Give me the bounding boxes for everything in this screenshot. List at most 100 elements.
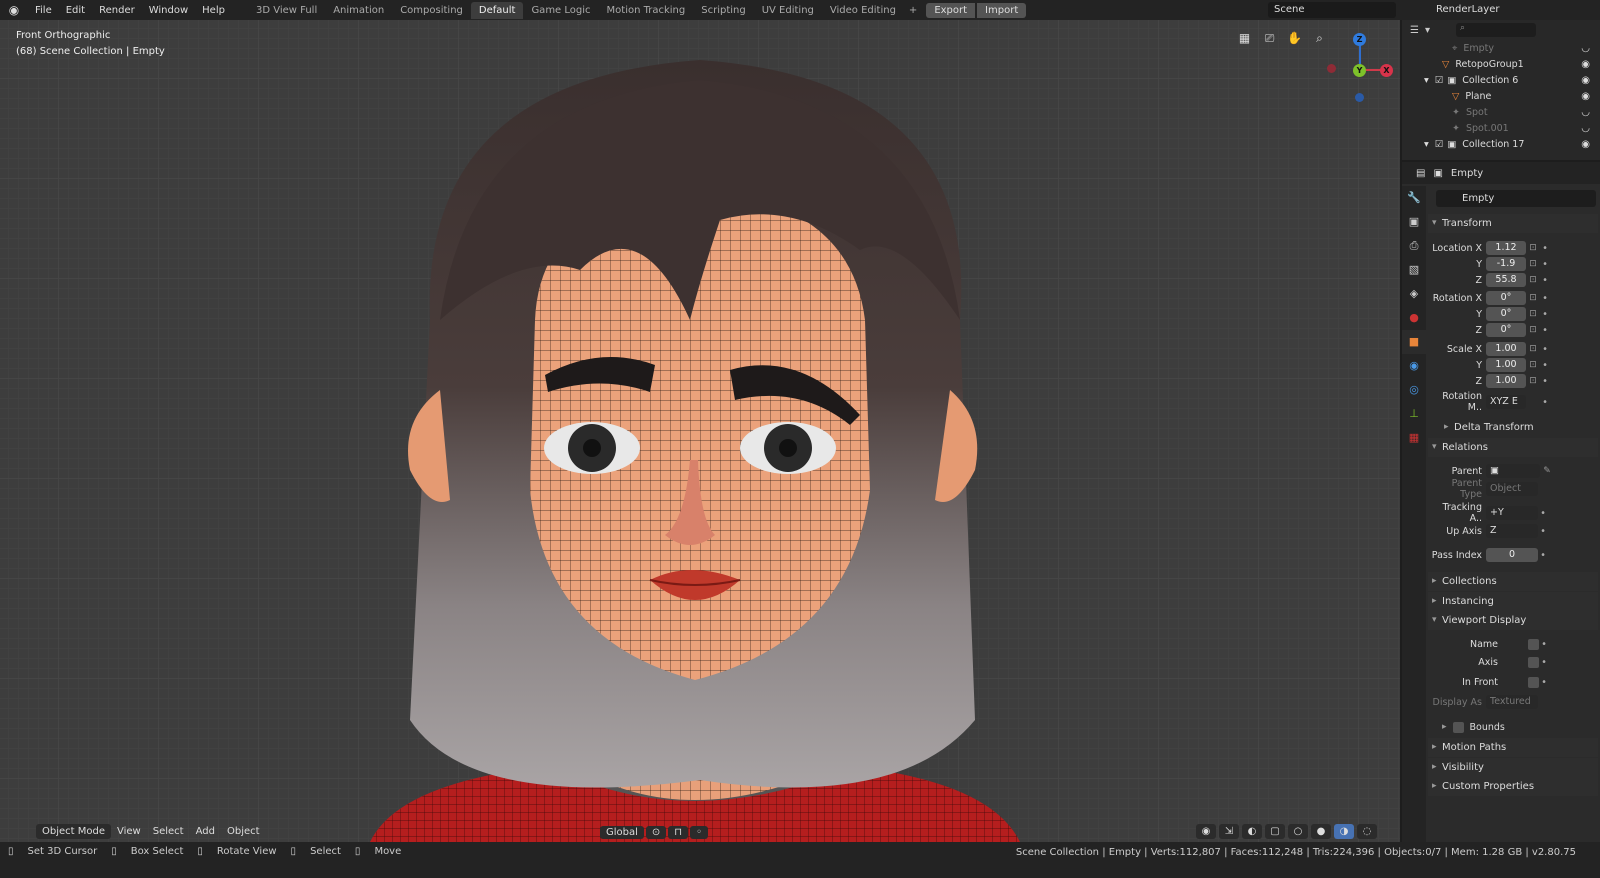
keyframe-dot[interactable]: • [1540, 243, 1550, 254]
tab-uv-editing[interactable]: UV Editing [754, 2, 822, 19]
add-menu[interactable]: Add [190, 826, 221, 837]
add-workspace-icon[interactable]: + [904, 5, 922, 16]
gizmo-z-axis[interactable]: Z [1353, 33, 1366, 46]
import-button[interactable]: Import [977, 2, 1027, 18]
xray-icon[interactable]: ▢ [1265, 824, 1285, 839]
outliner-row[interactable]: ✦ Spot.001 ◡ [1402, 120, 1600, 136]
material-shading-icon[interactable]: ◑ [1334, 824, 1354, 839]
object-menu[interactable]: Object [221, 826, 266, 837]
menu-render[interactable]: Render [92, 5, 142, 16]
menu-edit[interactable]: Edit [59, 5, 92, 16]
orientation-dropdown[interactable]: Global [600, 826, 644, 839]
keyframe-dot[interactable]: • [1540, 275, 1550, 286]
outliner-row[interactable]: ▽ RetopoGroup1 ◉ [1402, 56, 1600, 72]
display-mode-icon[interactable]: ▾ [1425, 25, 1430, 36]
tracking-axis-dropdown[interactable]: +Y [1486, 506, 1538, 520]
render-tab-icon[interactable]: ▣ [1402, 210, 1426, 234]
eye-icon[interactable]: ◉ [1581, 91, 1590, 102]
gizmo-neg-z[interactable] [1355, 93, 1364, 102]
lock-icon[interactable]: ⊡ [1526, 259, 1540, 269]
scale-z-field[interactable]: 1.00 [1486, 374, 1526, 388]
visibility-icon[interactable]: ◉ [1196, 824, 1216, 839]
keyframe-dot[interactable]: • [1540, 259, 1550, 270]
keyframe-dot[interactable]: • [1539, 657, 1549, 668]
eye-icon[interactable]: ◡ [1581, 107, 1590, 118]
location-x-field[interactable]: 1.12 [1486, 241, 1526, 255]
eye-icon[interactable]: ◉ [1581, 139, 1590, 150]
keyframe-dot[interactable]: • [1539, 677, 1549, 688]
relations-section[interactable]: Relations [1428, 438, 1598, 457]
texture-tab-icon[interactable]: ▦ [1402, 426, 1426, 450]
rotation-x-field[interactable]: 0° [1486, 291, 1526, 305]
location-z-field[interactable]: 55.8 [1486, 273, 1526, 287]
rotation-mode-dropdown[interactable]: XYZ E [1486, 395, 1526, 409]
keyframe-dot[interactable]: • [1538, 508, 1548, 519]
tab-game-logic[interactable]: Game Logic [523, 2, 598, 19]
eye-icon[interactable]: ◉ [1581, 75, 1590, 86]
lock-icon[interactable]: ⊡ [1526, 243, 1540, 253]
transform-section[interactable]: Transform [1428, 214, 1598, 233]
keyframe-dot[interactable]: • [1538, 526, 1548, 537]
keyframe-dot[interactable]: • [1540, 397, 1550, 408]
camera-view-icon[interactable]: ⎚ [1259, 28, 1280, 49]
tab-compositing[interactable]: Compositing [392, 2, 471, 19]
lock-icon[interactable]: ⊡ [1526, 360, 1540, 370]
editor-type-icon[interactable]: ☰ [1410, 25, 1419, 36]
properties-editor-icon[interactable]: ▤ [1416, 168, 1425, 179]
object-tab-icon[interactable]: ■ [1402, 330, 1426, 354]
eye-icon[interactable]: ◡ [1581, 123, 1590, 134]
outliner-row[interactable]: ▽ Plane ◉ [1402, 88, 1600, 104]
lock-icon[interactable]: ⊡ [1526, 275, 1540, 285]
display-as-dropdown[interactable]: Textured [1486, 695, 1538, 709]
grid-toggle-icon[interactable]: ▦ [1234, 28, 1255, 49]
navigation-gizmo[interactable]: Z Y X [1322, 30, 1400, 110]
world-tab-icon[interactable]: ● [1402, 306, 1426, 330]
tab-video-editing[interactable]: Video Editing [822, 2, 904, 19]
menu-file[interactable]: File [28, 5, 59, 16]
gizmo-x-axis[interactable]: X [1380, 64, 1393, 77]
keyframe-dot[interactable]: • [1540, 293, 1550, 304]
location-y-field[interactable]: -1.9 [1486, 257, 1526, 271]
export-button[interactable]: Export [926, 2, 976, 18]
pivot-icon[interactable]: ⊙ [645, 826, 667, 839]
tab-animation[interactable]: Animation [325, 2, 392, 19]
overlay-icon[interactable]: ◐ [1242, 824, 1262, 839]
tab-default[interactable]: Default [470, 1, 524, 19]
keyframe-dot[interactable]: • [1540, 309, 1550, 320]
lock-icon[interactable]: ⊡ [1526, 309, 1540, 319]
physics-tab-icon[interactable]: ◎ [1402, 378, 1426, 402]
gizmo-neg-x[interactable] [1327, 64, 1336, 73]
solid-shading-icon[interactable]: ● [1311, 824, 1331, 839]
rendered-shading-icon[interactable]: ◌ [1357, 824, 1377, 839]
expand-arrow-icon[interactable]: ▸ [1442, 722, 1447, 732]
checkbox-icon[interactable]: ☑ [1435, 139, 1444, 150]
outliner-row[interactable]: ✦ Spot ◡ [1402, 104, 1600, 120]
checkbox-icon[interactable]: ☑ [1435, 75, 1444, 86]
modifier-tab-icon[interactable]: ◉ [1402, 354, 1426, 378]
up-axis-dropdown[interactable]: Z [1486, 524, 1538, 538]
instancing-section[interactable]: Instancing [1428, 592, 1598, 611]
select-menu[interactable]: Select [147, 826, 190, 837]
expand-arrow-icon[interactable]: ▾ [1424, 139, 1429, 150]
render-layer-selector[interactable]: RenderLayer [1430, 2, 1560, 18]
eyedropper-icon[interactable]: ✎ [1540, 466, 1554, 476]
scene-tab-icon[interactable]: ◈ [1402, 282, 1426, 306]
eye-icon[interactable]: ◉ [1581, 59, 1590, 70]
viewport-display-section[interactable]: Viewport Display [1428, 611, 1598, 630]
eye-icon[interactable]: ◡ [1581, 43, 1590, 54]
parent-field[interactable]: ▣ [1486, 464, 1540, 478]
keyframe-dot[interactable]: • [1539, 639, 1549, 650]
bounds-checkbox[interactable] [1452, 721, 1464, 733]
menu-window[interactable]: Window [142, 5, 195, 16]
keyframe-dot[interactable]: • [1540, 376, 1550, 387]
view-layer-tab-icon[interactable]: ▧ [1402, 258, 1426, 282]
outliner-row[interactable]: ▾ ☑ ▣ Collection 6 ◉ [1402, 72, 1600, 88]
proportional-edit-icon[interactable]: ◦ [690, 826, 709, 839]
keyframe-dot[interactable]: • [1540, 325, 1550, 336]
tool-tab-icon[interactable]: 🔧 [1402, 186, 1426, 210]
parent-type-dropdown[interactable]: Object [1486, 482, 1538, 496]
3d-viewport[interactable]: Front Orthographic (68) Scene Collection… [0, 20, 1400, 842]
scale-y-field[interactable]: 1.00 [1486, 358, 1526, 372]
lock-icon[interactable]: ⊡ [1526, 376, 1540, 386]
keyframe-dot[interactable]: • [1540, 360, 1550, 371]
